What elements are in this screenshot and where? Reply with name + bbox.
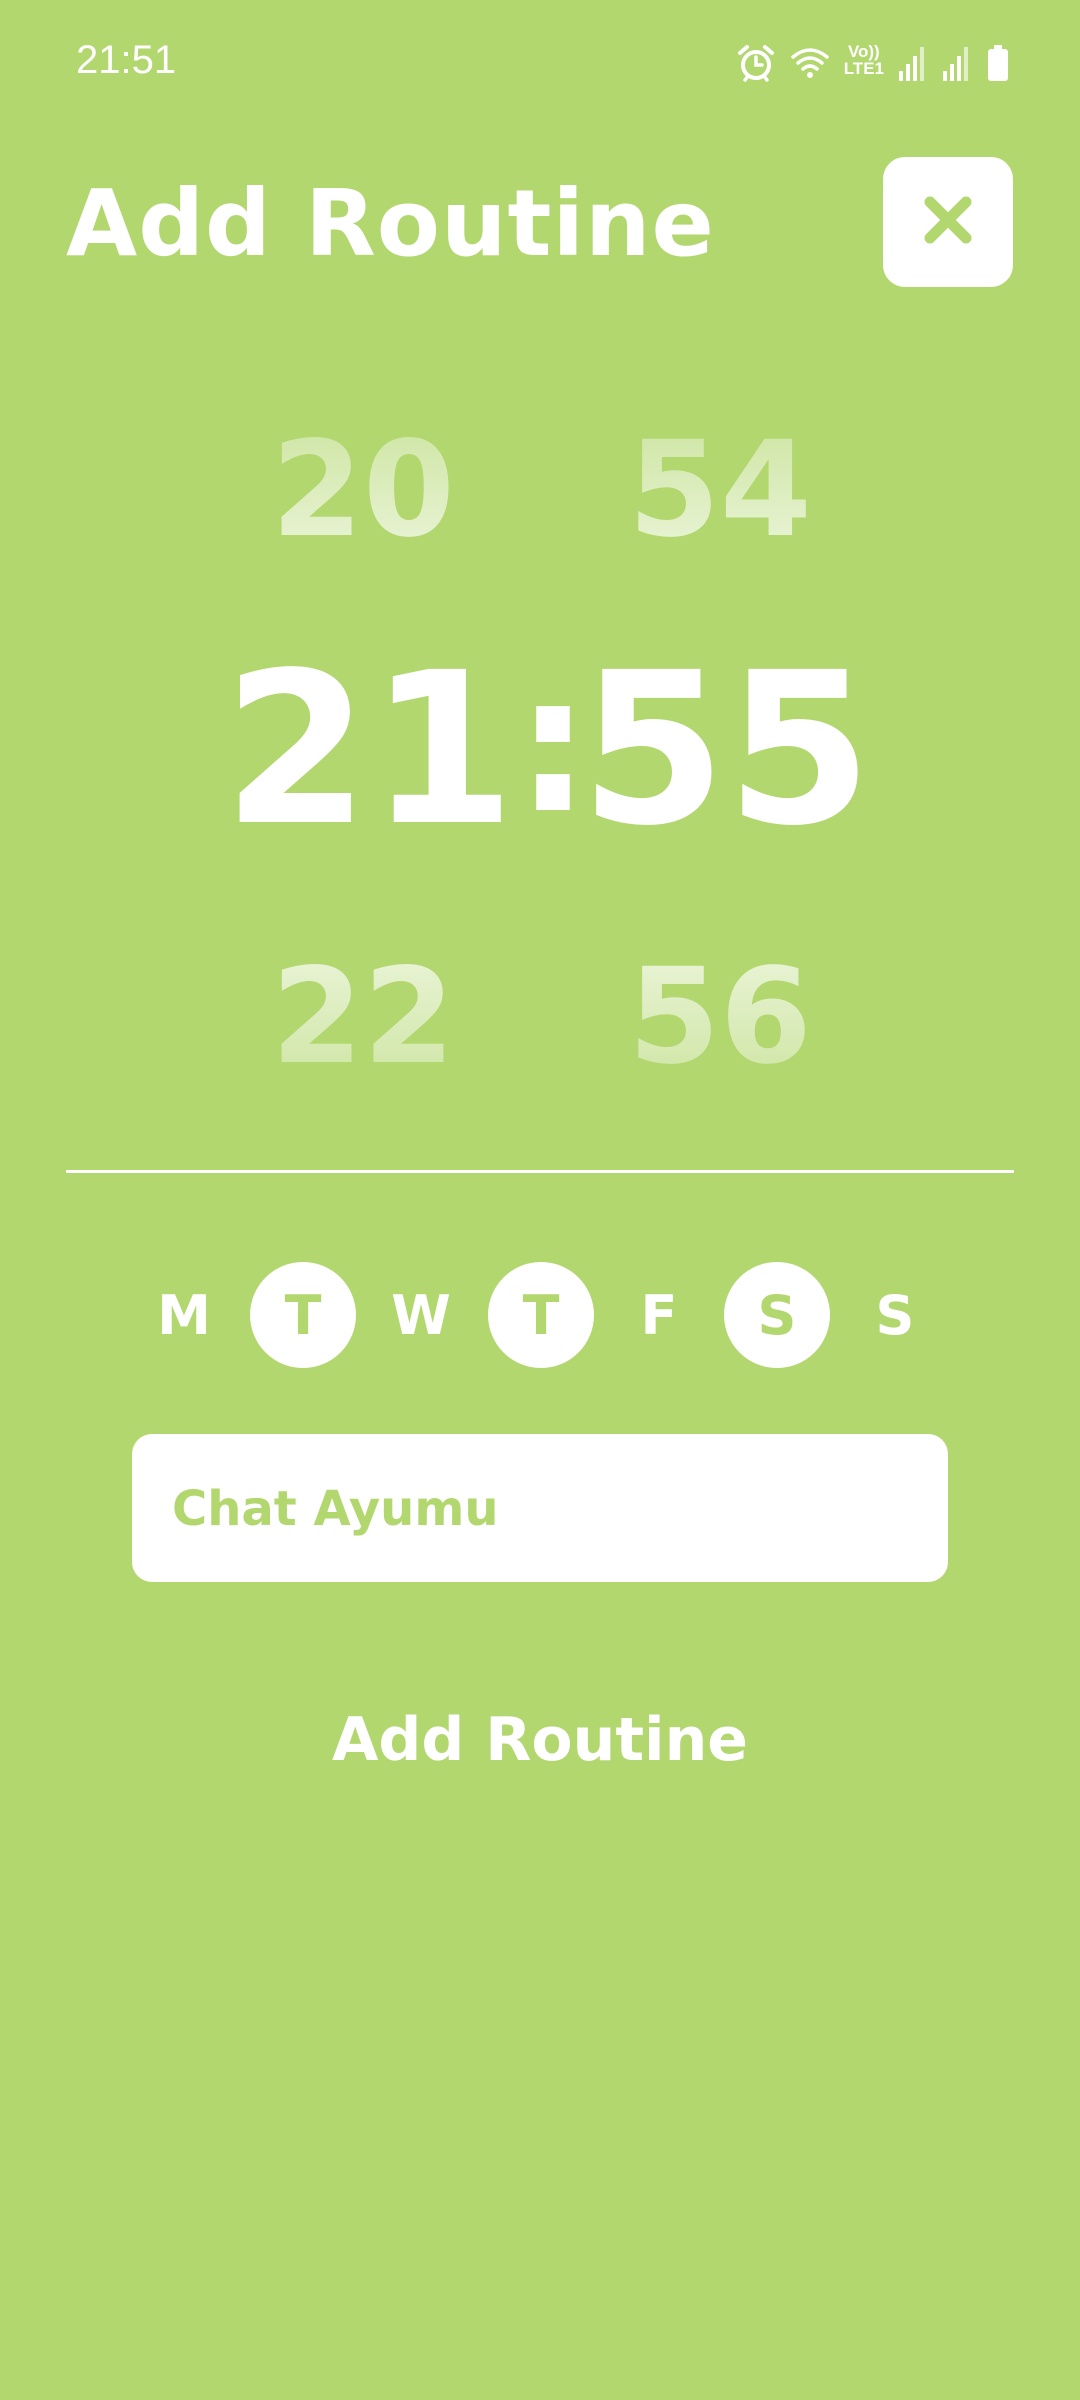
close-button[interactable] xyxy=(883,157,1013,287)
signal-icon xyxy=(898,43,928,83)
day-tuesday[interactable]: T xyxy=(250,1262,356,1368)
hour-next[interactable]: 22 xyxy=(243,942,483,1092)
minute-previous[interactable]: 54 xyxy=(600,415,840,565)
minute-next[interactable]: 56 xyxy=(600,942,840,1092)
routine-name-field xyxy=(132,1434,948,1584)
time-separator: : xyxy=(515,634,591,855)
day-selector: M T W T F S S xyxy=(0,1262,1080,1368)
volte-label-top: Vo)) xyxy=(847,42,880,61)
status-time: 21:51 xyxy=(76,38,177,82)
alarm-icon xyxy=(736,43,776,83)
page-title: Add Routine xyxy=(66,170,715,277)
volte-icon: Vo)) LTE1 xyxy=(844,43,884,83)
day-sunday[interactable]: S xyxy=(842,1262,948,1368)
volte-label-bottom: LTE1 xyxy=(843,59,884,78)
divider xyxy=(66,1170,1014,1173)
add-routine-button[interactable]: Add Routine xyxy=(290,1690,790,1790)
day-saturday[interactable]: S xyxy=(724,1262,830,1368)
status-icons: Vo)) LTE1 xyxy=(736,38,1010,88)
routine-name-input[interactable] xyxy=(170,1434,914,1584)
day-friday[interactable]: F xyxy=(606,1262,712,1368)
battery-icon xyxy=(986,43,1010,83)
day-monday[interactable]: M xyxy=(131,1262,237,1368)
status-bar: 21:51 Vo)) LTE1 xyxy=(0,0,1080,120)
selected-minute[interactable]: 55 xyxy=(580,630,872,870)
day-thursday[interactable]: T xyxy=(488,1262,594,1368)
hour-previous[interactable]: 20 xyxy=(243,415,483,565)
wifi-icon xyxy=(790,43,830,83)
selected-hour[interactable]: 21 xyxy=(223,630,515,870)
time-picker[interactable]: 20 54 21 : 55 22 56 xyxy=(0,380,1080,1100)
signal-icon xyxy=(942,43,972,83)
selected-time: 21 : 55 xyxy=(0,630,1080,870)
close-icon xyxy=(918,190,978,254)
day-wednesday[interactable]: W xyxy=(368,1262,474,1368)
